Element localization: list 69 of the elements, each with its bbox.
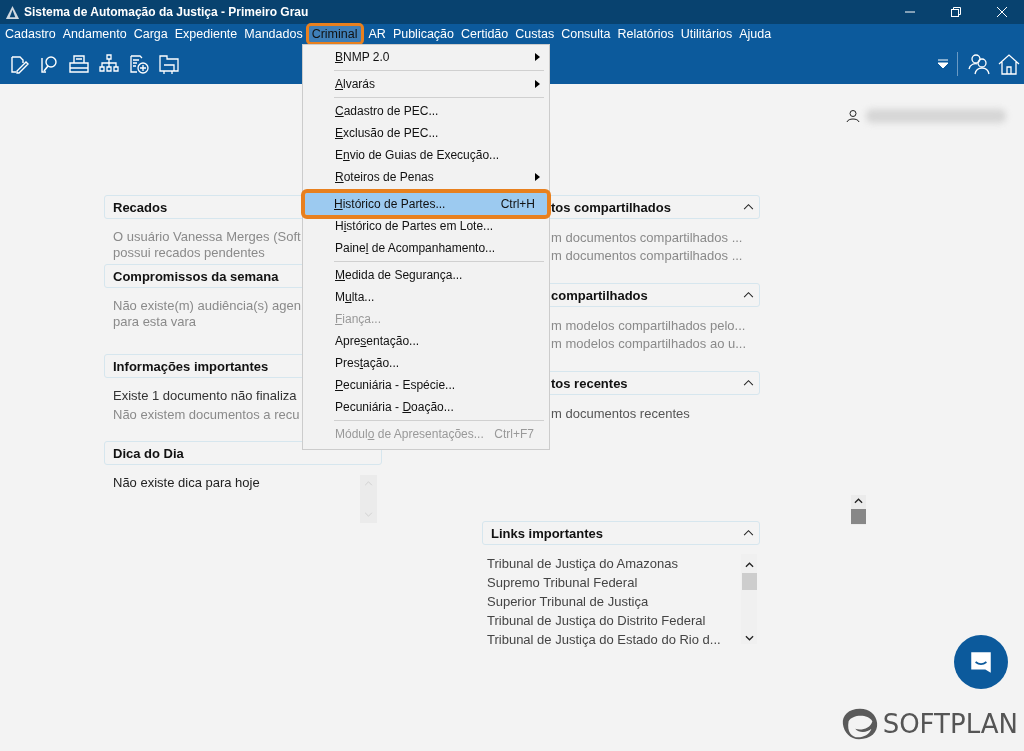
- menu-option[interactable]: Alvarás: [306, 73, 546, 95]
- link[interactable]: Supremo Tribunal Federal: [487, 573, 741, 592]
- dropdown-icon[interactable]: [937, 58, 949, 70]
- collapse-icon[interactable]: [743, 291, 754, 298]
- link[interactable]: Tribunal de Justiça do Estado do Rio d...: [487, 630, 741, 649]
- menu-option[interactable]: Apresentação...: [306, 330, 546, 352]
- hierarchy-icon[interactable]: [98, 53, 120, 75]
- panel-text: para esta vara: [113, 314, 197, 330]
- home-icon[interactable]: [998, 53, 1020, 75]
- close-icon[interactable]: [996, 6, 1008, 18]
- edit-document-icon[interactable]: [8, 53, 30, 75]
- panel-text: Não existem documentos a recu: [113, 406, 300, 424]
- chat-button[interactable]: [954, 635, 1008, 689]
- brand-name: SOFTPLAN: [882, 709, 1018, 739]
- menu-item[interactable]: Custas: [512, 26, 558, 42]
- menu-item[interactable]: Cadastro: [2, 26, 59, 42]
- panel-text: O usuário Vanessa Merges (Soft: [113, 229, 301, 245]
- menu-item[interactable]: Relatórios: [614, 26, 677, 42]
- menu-option[interactable]: Cadastro de PEC...: [306, 100, 546, 122]
- scroll-up-icon[interactable]: [744, 562, 754, 568]
- menu-item[interactable]: Publicação: [389, 26, 458, 42]
- chat-icon: [968, 649, 994, 675]
- panel-text: Não existe(m) audiência(s) agen: [113, 298, 301, 314]
- link[interactable]: Tribunal de Justiça do Distrito Federal: [487, 611, 741, 630]
- menu-option[interactable]: BNMP 2.0: [306, 46, 546, 68]
- menu-option[interactable]: Exclusão de PEC...: [306, 122, 546, 144]
- menu-item[interactable]: Expediente: [171, 26, 241, 42]
- scroll-thumb[interactable]: [851, 509, 866, 524]
- window-title: Sistema de Automação da Justiça - Primeiro Grau: [24, 5, 309, 19]
- menu-item[interactable]: Consulta: [558, 26, 614, 42]
- menu-item[interactable]: Mandados: [241, 26, 306, 42]
- panel-text: Existe 1 documento não finaliza: [113, 387, 297, 405]
- printer-icon[interactable]: [68, 53, 90, 75]
- panel-header[interactable]: Links importantes: [482, 521, 760, 545]
- brand-logo-icon: [840, 707, 879, 741]
- menu-item[interactable]: Criminal: [308, 26, 361, 42]
- collapse-icon[interactable]: [743, 529, 754, 536]
- menu-option[interactable]: Painel de Acompanhamento...: [306, 237, 546, 259]
- menu-item[interactable]: Ajuda: [736, 26, 775, 42]
- panel-text: m documentos recentes: [551, 405, 690, 423]
- app-logo-icon: [5, 4, 20, 20]
- menu-item[interactable]: AR: [365, 26, 389, 42]
- panel-text: m documentos compartilhados ...: [551, 229, 743, 247]
- menu-item[interactable]: Certidão: [458, 26, 512, 42]
- link[interactable]: Tribunal de Justiça do Amazonas: [487, 554, 741, 573]
- menu-item[interactable]: Andamento: [59, 26, 130, 42]
- scrollbar[interactable]: [851, 495, 866, 525]
- panel-text: possui recados pendentes: [113, 245, 265, 261]
- users-icon[interactable]: [968, 53, 990, 75]
- link[interactable]: Superior Tribunal de Justiça: [487, 592, 741, 611]
- add-document-icon[interactable]: [128, 53, 150, 75]
- menu-option[interactable]: Roteiros de Penas: [306, 166, 546, 188]
- scroll-up-icon[interactable]: [854, 498, 863, 504]
- folder-icon[interactable]: [158, 53, 180, 75]
- scroll-thumb[interactable]: [741, 573, 757, 590]
- panel-text: m modelos compartilhados pelo...: [551, 317, 746, 335]
- menu-option[interactable]: Envio de Guias de Execução...: [306, 144, 546, 166]
- scroll-down-icon[interactable]: [744, 635, 754, 641]
- collapse-icon[interactable]: [743, 203, 754, 210]
- menu-item[interactable]: Utilitários: [677, 26, 736, 42]
- collapse-icon[interactable]: [743, 379, 754, 386]
- panel-text: m documentos compartilhados ...: [551, 247, 743, 265]
- menu-item[interactable]: Carga: [130, 26, 171, 42]
- user-icon: [846, 109, 860, 123]
- restore-icon[interactable]: [950, 6, 962, 18]
- search-icon[interactable]: [38, 53, 60, 75]
- panel-text: m modelos compartilhados ao u...: [551, 335, 747, 353]
- menu-option[interactable]: Pecuniária - Doação...: [306, 396, 546, 418]
- panel-text: Não existe dica para hoje: [113, 475, 260, 491]
